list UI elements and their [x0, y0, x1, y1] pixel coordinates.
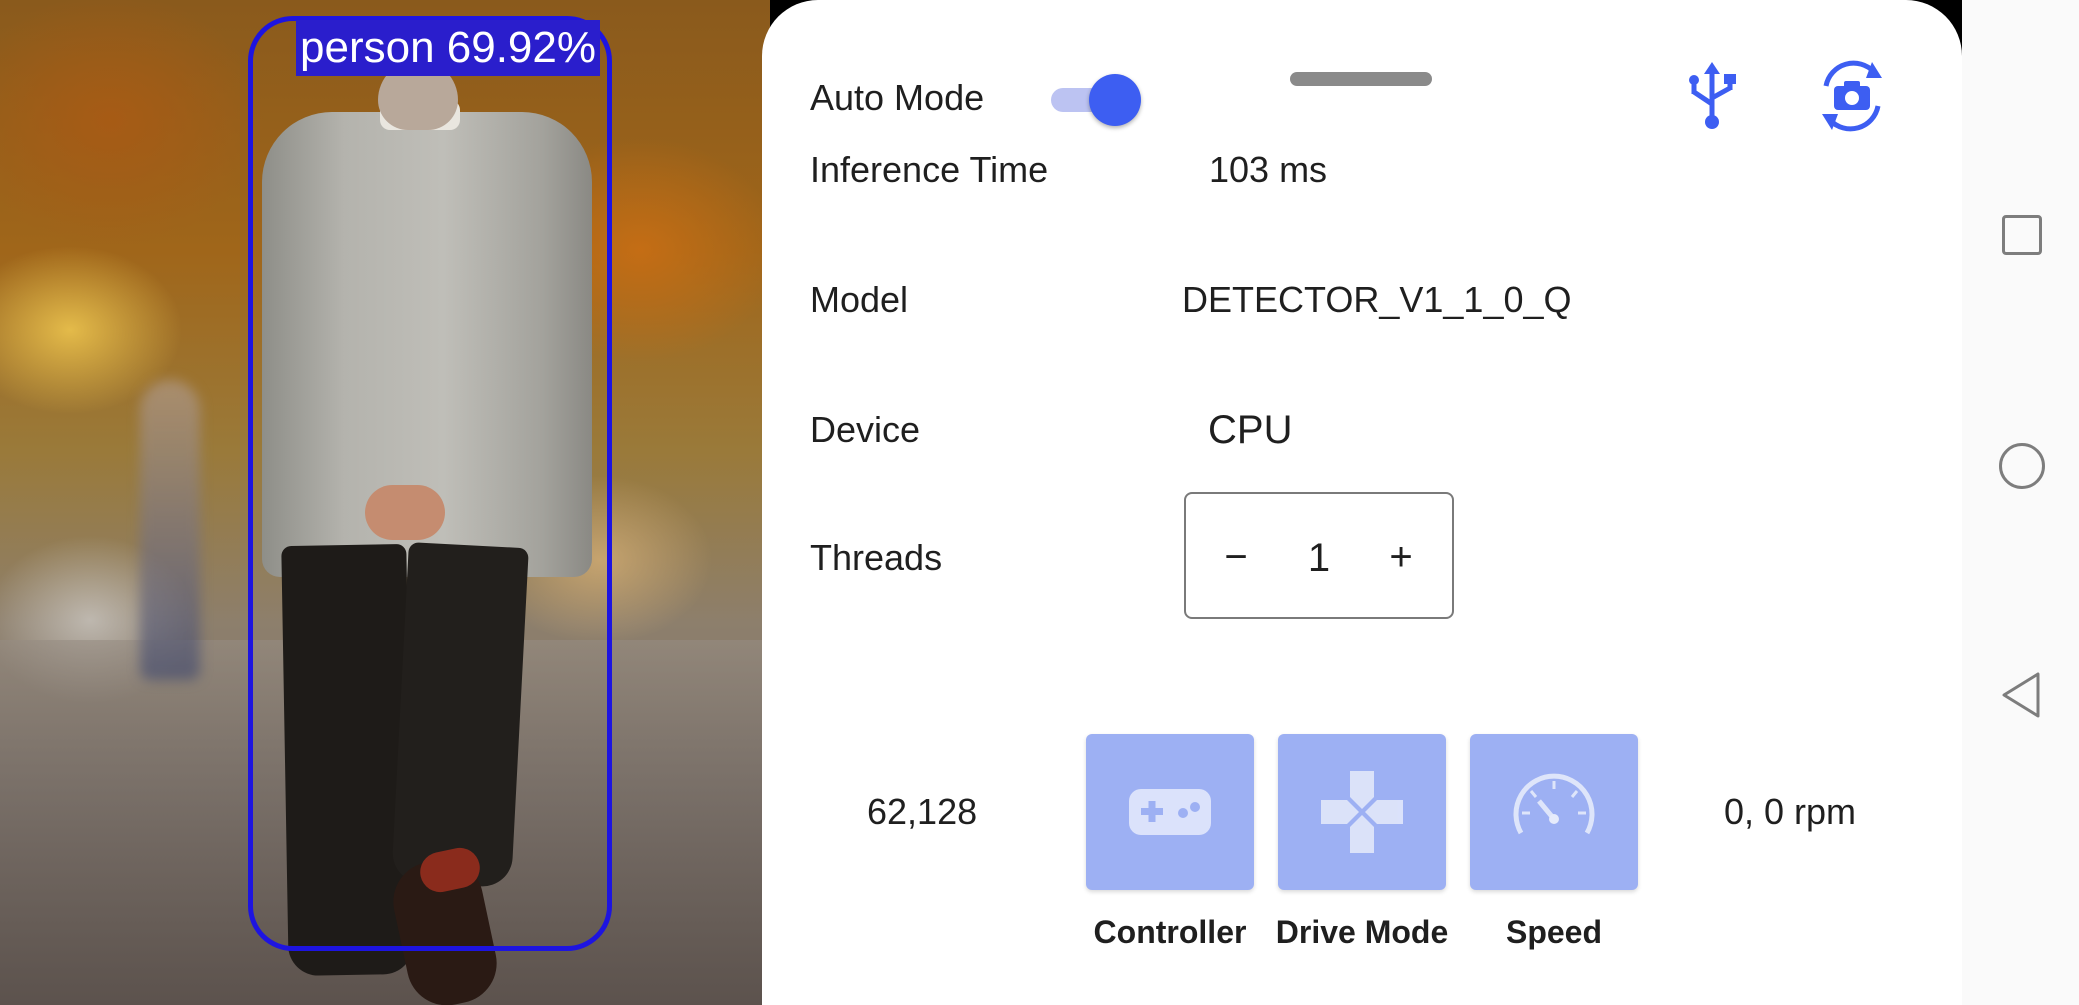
- threads-value: 1: [1307, 536, 1331, 580]
- device-label: Device: [810, 409, 921, 450]
- toggle-thumb: [1089, 74, 1141, 126]
- system-navigation-bar: [1962, 0, 2079, 1005]
- settings-bottom-sheet: Auto Mode Inference Time 103 ms Model DE…: [762, 0, 2022, 1005]
- control-value: 62,128: [867, 791, 978, 832]
- speedometer-icon: [1513, 773, 1595, 835]
- device-selected-value: CPU: [1208, 408, 1293, 452]
- threads-increment-button[interactable]: +: [1366, 522, 1436, 592]
- detection-label: person 69.92%: [296, 20, 600, 76]
- threads-decrement-button[interactable]: −: [1201, 522, 1271, 592]
- background-pedestrian: [140, 380, 200, 680]
- device-dropdown[interactable]: CPU: [1182, 392, 2022, 468]
- controller-button[interactable]: [1086, 734, 1254, 890]
- camera-preview: person 69.92%: [0, 0, 770, 1005]
- inference-time-value: 103 ms: [1209, 149, 1328, 190]
- drag-handle[interactable]: [1290, 72, 1432, 86]
- speed-caption: Speed: [1505, 914, 1603, 950]
- model-label: Model: [810, 279, 909, 320]
- model-dropdown[interactable]: DETECTOR_V1_1_0_Q: [1182, 262, 2022, 338]
- usb-icon[interactable]: [1682, 60, 1742, 132]
- detection-bounding-box: [248, 16, 612, 951]
- controller-caption: Controller: [1093, 914, 1247, 950]
- dpad-icon: [1321, 771, 1403, 853]
- recents-square-icon[interactable]: [2002, 215, 2042, 255]
- back-triangle-icon[interactable]: [1998, 670, 2046, 720]
- auto-mode-label: Auto Mode: [810, 77, 985, 118]
- camera-switch-icon[interactable]: [1812, 56, 1892, 136]
- speed-button[interactable]: [1470, 734, 1638, 890]
- drive-mode-caption: Drive Mode: [1275, 914, 1449, 950]
- threads-stepper: − 1 +: [1184, 492, 1454, 619]
- model-selected-value: DETECTOR_V1_1_0_Q: [1182, 279, 1572, 320]
- threads-label: Threads: [810, 537, 943, 578]
- home-circle-icon[interactable]: [1999, 443, 2045, 489]
- drive-mode-button[interactable]: [1278, 734, 1446, 890]
- gamepad-icon: [1129, 789, 1211, 835]
- inference-time-label: Inference Time: [810, 149, 1049, 190]
- auto-mode-toggle[interactable]: [1047, 72, 1141, 126]
- wheel-rpm-value: 0, 0 rpm: [1724, 791, 1857, 832]
